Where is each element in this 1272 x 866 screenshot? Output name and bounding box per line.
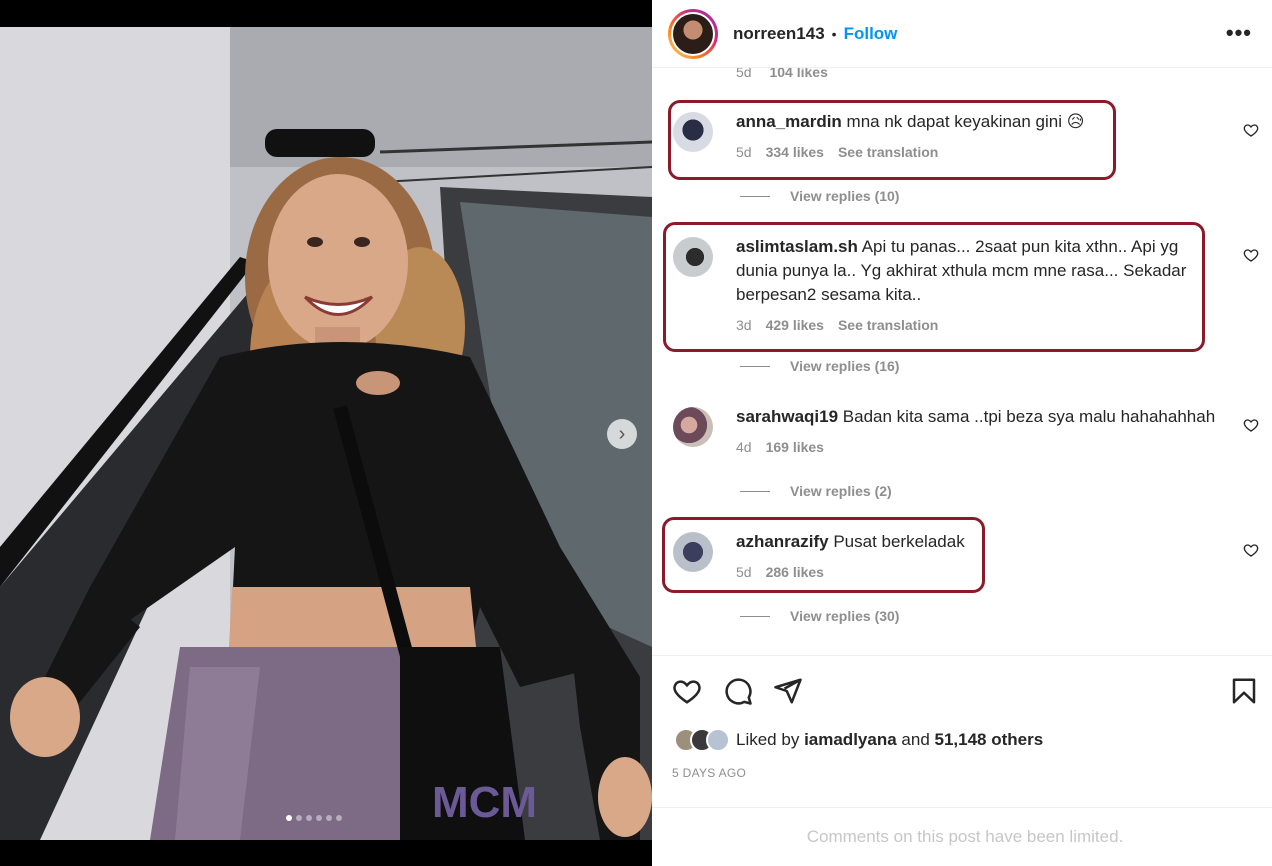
carousel-dot	[286, 815, 292, 821]
carousel-dot	[306, 815, 312, 821]
comment-age: 3d	[736, 317, 752, 333]
commenter-avatar[interactable]	[673, 532, 713, 572]
post-actions: Liked by iamadlyana and 51,148 others 5 …	[652, 655, 1272, 807]
see-translation-link[interactable]: See translation	[838, 144, 938, 160]
header-separator: •	[831, 25, 837, 42]
heart-icon[interactable]	[1243, 247, 1259, 263]
post-media: MCM ›	[0, 0, 652, 866]
view-replies-button[interactable]: View replies (10)	[740, 188, 899, 204]
comment-icon[interactable]	[723, 676, 753, 706]
comments-list[interactable]: 5d 104 likes anna_mardin mna nk dapat ke…	[652, 68, 1272, 655]
view-replies-button[interactable]: View replies (16)	[740, 358, 899, 374]
comment-likes[interactable]: 169 likes	[766, 439, 824, 455]
comment-age: 4d	[736, 439, 752, 455]
comment-likes[interactable]: 429 likes	[766, 317, 824, 333]
comment-text: mna nk dapat keyakinan gini 😥	[846, 112, 1085, 131]
comment-likes[interactable]: 104 likes	[769, 68, 827, 80]
comment-age: 5d	[736, 68, 752, 80]
comment-likes[interactable]: 286 likes	[766, 564, 824, 580]
partial-comment-meta: 5d 104 likes	[736, 68, 828, 80]
bookmark-icon[interactable]	[1229, 676, 1259, 706]
view-replies-label: View replies (30)	[790, 608, 900, 624]
carousel-dot	[296, 815, 302, 821]
likes-summary: Liked by iamadlyana and 51,148 others	[674, 728, 1043, 752]
commenter-avatar[interactable]	[673, 407, 713, 447]
comments-limited-notice: Comments on this post have been limited.	[652, 807, 1272, 866]
comment-username[interactable]: azhanrazify	[736, 532, 829, 551]
view-replies-label: View replies (10)	[790, 188, 900, 204]
comment-username[interactable]: anna_mardin	[736, 112, 842, 131]
comment-age: 5d	[736, 564, 752, 580]
commenter-avatar[interactable]	[673, 237, 713, 277]
post-timestamp[interactable]: 5 DAYS AGO	[672, 766, 746, 780]
carousel-indicator	[286, 815, 342, 821]
comment-age: 5d	[736, 144, 752, 160]
view-replies-label: View replies (2)	[790, 483, 892, 499]
carousel-dot	[316, 815, 322, 821]
carousel-next-button[interactable]: ›	[607, 419, 637, 449]
svg-text:MCM: MCM	[432, 778, 537, 827]
post-photo[interactable]: MCM	[0, 27, 652, 840]
comment-text: Badan kita sama ..tpi beza sya malu haha…	[842, 407, 1216, 426]
post-header: norreen143 • Follow •••	[652, 0, 1272, 68]
comment-text: Pusat berkeladak	[833, 532, 965, 551]
see-translation-link[interactable]: See translation	[838, 317, 938, 333]
more-icon[interactable]: •••	[1226, 20, 1252, 46]
follow-button[interactable]: Follow	[844, 24, 898, 44]
liked-by-user[interactable]: iamadlyana	[804, 730, 897, 749]
view-replies-button[interactable]: View replies (2)	[740, 483, 892, 499]
share-icon[interactable]	[773, 676, 803, 706]
heart-icon[interactable]	[1243, 122, 1259, 138]
heart-icon[interactable]	[1243, 542, 1259, 558]
comment-username[interactable]: sarahwaqi19	[736, 407, 838, 426]
author-avatar[interactable]	[668, 8, 718, 59]
heart-icon[interactable]	[1243, 417, 1259, 433]
comment-username[interactable]: aslimtaslam.sh	[736, 237, 858, 256]
liked-by-others[interactable]: 51,148 others	[935, 730, 1044, 749]
post-details-panel: norreen143 • Follow ••• 5d 104 likes ann…	[652, 0, 1272, 866]
liked-by-and: and	[901, 730, 930, 749]
liker-avatar[interactable]	[706, 728, 730, 752]
view-replies-label: View replies (16)	[790, 358, 900, 374]
heart-icon[interactable]	[672, 676, 702, 706]
carousel-dot	[326, 815, 332, 821]
commenter-avatar[interactable]	[673, 112, 713, 152]
chevron-right-icon: ›	[618, 423, 626, 445]
view-replies-button[interactable]: View replies (30)	[740, 608, 899, 624]
author-username[interactable]: norreen143	[733, 24, 825, 44]
carousel-dot	[336, 815, 342, 821]
liked-by-prefix: Liked by	[736, 730, 800, 749]
comment-likes[interactable]: 334 likes	[766, 144, 824, 160]
